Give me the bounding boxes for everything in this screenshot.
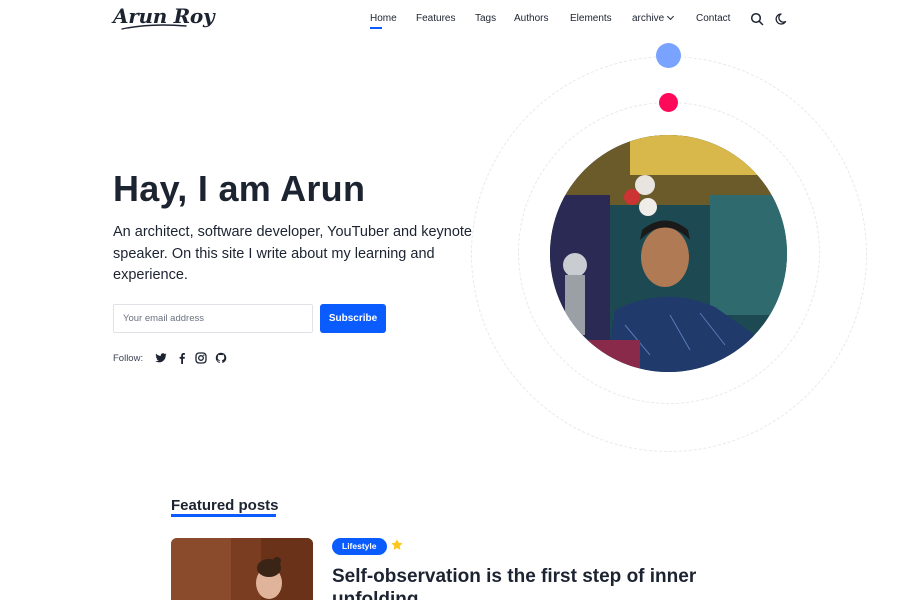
instagram-icon[interactable] [195, 352, 207, 364]
featured-posts-heading: Featured posts [171, 497, 279, 514]
nav-archive-label: archive [632, 13, 665, 24]
orbit-dot-blue [656, 43, 681, 68]
email-input[interactable] [113, 304, 313, 333]
nav-tags[interactable]: Tags [475, 13, 496, 24]
github-icon[interactable] [215, 352, 227, 364]
facebook-icon[interactable] [176, 352, 188, 364]
hero-title: Hay, I am Arun [113, 168, 366, 209]
hero-description: An architect, software developer, YouTub… [113, 224, 472, 283]
nav-contact[interactable]: Contact [696, 13, 730, 24]
post-thumbnail[interactable] [171, 538, 313, 600]
moon-icon[interactable] [775, 12, 789, 26]
chevron-down-icon [667, 12, 675, 21]
nav-archive[interactable]: archive [632, 12, 675, 24]
subscribe-button[interactable]: Subscribe [320, 304, 386, 333]
follow-label: Follow: [113, 353, 144, 364]
author-portrait [550, 135, 787, 372]
nav-authors[interactable]: Authors [514, 13, 548, 24]
twitter-icon[interactable] [155, 352, 167, 364]
post-title[interactable]: Self-observation is the first step of in… [332, 565, 752, 600]
post-tag-badge[interactable]: Lifestyle [332, 538, 387, 555]
logo-swoosh [121, 24, 187, 30]
star-icon [391, 539, 403, 550]
nav-features[interactable]: Features [416, 13, 455, 24]
orbit-dot-red [659, 93, 678, 112]
featured-underline [171, 514, 276, 517]
nav-elements[interactable]: Elements [570, 13, 612, 24]
nav-home[interactable]: Home [370, 13, 397, 29]
search-icon[interactable] [750, 12, 764, 26]
